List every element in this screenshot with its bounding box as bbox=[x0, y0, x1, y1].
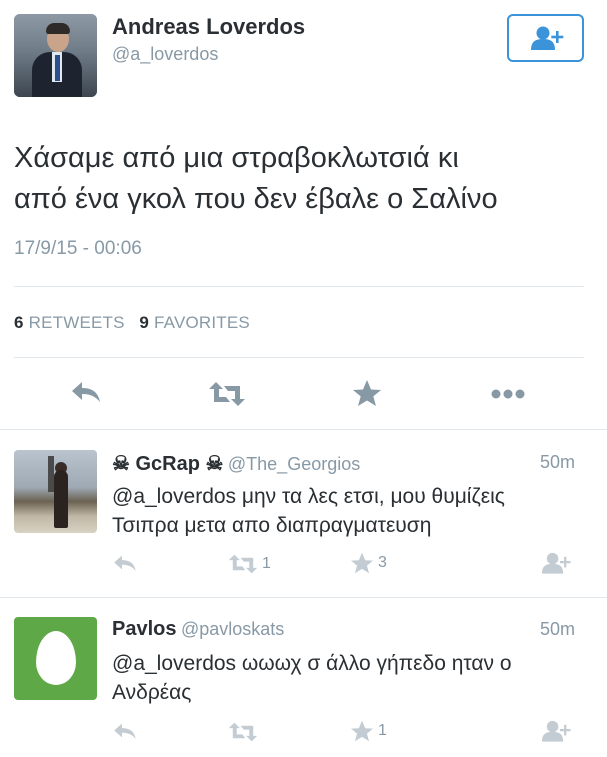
reply-author-handle[interactable]: @pavloskats bbox=[181, 619, 284, 639]
reply-header: ☠ GcRap ☠ @The_Georgios bbox=[112, 451, 360, 476]
author-name[interactable]: Andreas Loverdos bbox=[112, 14, 305, 40]
favorites-label[interactable]: FAVORITES bbox=[154, 313, 250, 332]
reply-icon bbox=[114, 555, 136, 571]
author-avatar[interactable] bbox=[14, 14, 97, 97]
reply-time[interactable]: 50m bbox=[540, 452, 575, 473]
reply-favorite-button[interactable]: 1 bbox=[350, 720, 387, 742]
reply-author-name[interactable]: ☠ GcRap ☠ bbox=[112, 453, 223, 475]
reply-favorite-count: 1 bbox=[378, 722, 387, 739]
reply-reply-button[interactable] bbox=[112, 722, 138, 742]
reply-avatar[interactable] bbox=[14, 617, 97, 700]
more-button[interactable] bbox=[490, 380, 526, 410]
reply-author-handle[interactable]: @The_Georgios bbox=[228, 454, 360, 474]
follow-user-icon bbox=[542, 720, 571, 742]
reply-favorite-button[interactable]: 3 bbox=[350, 552, 387, 574]
retweet-button[interactable] bbox=[208, 380, 245, 410]
tweet-text: Χάσαμε από μια στραβοκλωτσιά κι από ένα … bbox=[14, 138, 594, 220]
author-handle[interactable]: @a_loverdos bbox=[112, 44, 218, 65]
follow-user-icon bbox=[531, 26, 564, 50]
favorites-count[interactable]: 9 bbox=[139, 313, 149, 332]
retweet-icon bbox=[228, 722, 258, 742]
reply-icon bbox=[72, 382, 100, 402]
retweet-icon bbox=[228, 554, 258, 574]
reply-reply-button[interactable] bbox=[112, 554, 138, 574]
reply-time[interactable]: 50m bbox=[540, 619, 575, 640]
reply-retweet-button[interactable]: 1 bbox=[228, 553, 271, 575]
retweets-label[interactable]: RETWEETS bbox=[29, 313, 125, 332]
follow-button[interactable] bbox=[507, 14, 584, 62]
reply-retweet-count: 1 bbox=[262, 555, 271, 572]
reply-follow-button[interactable] bbox=[542, 720, 572, 742]
reply-text-line: @a_loverdos μην τα λες ετσι, μου θυμίζει… bbox=[112, 485, 505, 508]
reply-follow-button[interactable] bbox=[542, 552, 572, 574]
reply-text: @a_loverdos μην τα λες ετσι, μου θυμίζει… bbox=[112, 482, 582, 540]
reply-text-line: Τσιπρα μετα απο διαπραγματευση bbox=[112, 514, 432, 537]
tweet-text-line: Χάσαμε από μια στραβοκλωτσιά κι bbox=[14, 142, 459, 174]
tweet-text-line: από ένα γκολ που δεν έβαλε ο Σαλίνο bbox=[14, 183, 498, 215]
follow-user-icon bbox=[542, 552, 571, 574]
tweet-timestamp[interactable]: 17/9/15 - 00:06 bbox=[14, 238, 142, 260]
favorite-icon bbox=[353, 380, 381, 406]
favorite-icon bbox=[351, 552, 373, 574]
reply-favorite-count: 3 bbox=[378, 554, 387, 571]
reply-author-name[interactable]: Pavlos bbox=[112, 618, 176, 640]
reply-text: @a_loverdos ωωωχ σ άλλο γήπεδο ηταν ο Αν… bbox=[112, 649, 582, 707]
reply-text-line: Ανδρέας bbox=[112, 681, 192, 704]
favorite-icon bbox=[351, 720, 373, 742]
retweets-count[interactable]: 6 bbox=[14, 313, 24, 332]
reply-retweet-button[interactable] bbox=[228, 721, 262, 743]
more-icon bbox=[491, 389, 525, 399]
reply-text-line: @a_loverdos ωωωχ σ άλλο γήπεδο ηταν ο bbox=[112, 652, 512, 675]
reply-icon bbox=[114, 723, 136, 739]
reply-avatar[interactable] bbox=[14, 450, 97, 533]
favorite-button[interactable] bbox=[352, 379, 388, 409]
reply-button[interactable] bbox=[70, 380, 106, 410]
retweet-icon bbox=[209, 382, 245, 406]
reply-header: Pavlos @pavloskats bbox=[112, 618, 284, 641]
egg-avatar-icon bbox=[36, 631, 76, 685]
divider bbox=[0, 429, 607, 430]
divider bbox=[14, 357, 584, 358]
divider bbox=[0, 597, 607, 598]
tweet-stats: 6 RETWEETS 9 FAVORITES bbox=[14, 313, 250, 333]
divider bbox=[14, 286, 584, 287]
